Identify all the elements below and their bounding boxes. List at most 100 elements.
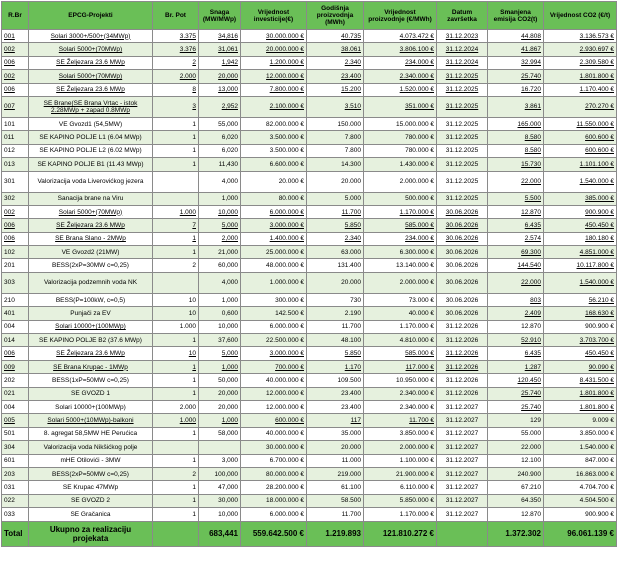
cell-br-pot [152,191,199,206]
cell-investment: 2.100.000 € [240,95,307,118]
cell-br-pot: 1 [152,493,199,509]
table-row: 002 Solari 5000+(70MWp) 2.000 20,000 12.000.… [1,69,617,84]
cell-co2-reduction: 5.500 [487,191,544,206]
cell-snaga: 34,816 [198,28,241,44]
cell-project: SE Brane(SE Brana Vrtac - istok 2.28MWp … [28,95,153,118]
total-project: Ukupno za realizaciju projekata [28,520,153,547]
cell-rbr: 007 [1,95,29,118]
cell-co2-reduction: 12.870 [487,319,544,335]
cell-co2-reduction: 12.870 [487,204,544,220]
table-row: 031 SE Krupac 47MWp 1 47,000 28.200.000 €61.… [1,480,617,495]
cell-completion-date: 31.12.2027 [436,440,488,455]
cell-completion-date: 31.12.2026 [436,333,488,348]
cell-snaga: 1,000 [198,292,241,308]
col-header-br-pot: Br. Pot [152,1,199,30]
cell-rbr: 210 [1,292,29,308]
cell-co2-reduction: 8.580 [487,143,544,159]
col-header-annual-production: Godišnja proizvodnja (MWh) [306,1,364,30]
cell-br-pot: 1 [152,453,199,468]
cell-rbr: 001 [1,28,29,44]
cell-rbr: 009 [1,359,29,375]
table-row: 501 8. agregat 58,5MW HE Perućica 1 58,000 4… [1,426,617,442]
cell-snaga: 31,061 [198,42,241,57]
cell-co2-value: 900.900 € [543,319,617,335]
cell-snaga: 100,000 [198,466,241,482]
cell-br-pot: 2.000 [152,69,199,84]
cell-project: Solari 10000+(100MWp) [28,319,153,335]
table-row: 006 SE Željezara 23.6 MWp 7 5,000 3.000.000 … [1,218,617,233]
cell-rbr: 011 [1,130,29,145]
table-row: 004 Solari 10000+(100MWp) 1.000 10,000 6.000… [1,319,617,335]
cell-co2-value: 11.550.000 € [543,116,617,132]
cell-investment: 20.000 € [240,170,307,193]
cell-co2-value: 8.431.500 € [543,373,617,388]
cell-annual-production: 15.200 [306,82,364,97]
cell-br-pot [152,170,199,193]
cell-snaga: 1,000 [198,191,241,206]
cell-co2-value: 1.540.000 € [543,271,617,294]
cell-snaga: 37,600 [198,333,241,348]
cell-br-pot: 1 [152,426,199,442]
cell-co2-value: 450.450 € [543,346,617,361]
cell-project: SE Željezara 23.6 MWp [28,82,153,97]
cell-br-pot [152,271,199,294]
cell-production-value: 1.170.000 € [363,507,437,522]
cell-snaga: 20,000 [198,399,241,415]
cell-rbr: 033 [1,507,29,522]
cell-completion-date: 31.12.2027 [436,453,488,468]
table-row: 013 SE KAPINO POLJE B1 (11.43 MWp) 1 11,430… [1,157,617,172]
cell-investment: 28.200.000 € [240,480,307,495]
cell-co2-value: 270.270 € [543,95,617,118]
cell-project: SE Željezara 23.6 MWp [28,346,153,361]
cell-rbr: 004 [1,399,29,415]
cell-completion-date: 30.06.2026 [436,258,488,273]
cell-snaga: 20,000 [198,386,241,401]
cell-project: Valorizacija voda Liverovićkog jezera [28,170,153,193]
cell-snaga: 20,000 [198,69,241,84]
cell-production-value: 585.000 € [363,218,437,233]
cell-rbr: 021 [1,386,29,401]
cell-annual-production: 63.000 [306,245,364,260]
cell-co2-reduction: 8.580 [487,130,544,145]
cell-rbr: 031 [1,480,29,495]
cell-br-pot: 1 [152,157,199,172]
cell-production-value: 117.000 € [363,359,437,375]
cell-annual-production: 3.510 [306,95,364,118]
cell-rbr: 012 [1,143,29,159]
col-header-rbr: R.Br [1,1,29,30]
col-header-project: EPCG-Projekti [28,1,153,30]
cell-co2-reduction: 1.287 [487,359,544,375]
cell-production-value: 21.900.000 € [363,466,437,482]
cell-co2-reduction: 25.740 [487,386,544,401]
cell-investment: 1.400.000 € [240,231,307,247]
cell-completion-date: 30.06.2026 [436,292,488,308]
cell-completion-date: 31.12.2024 [436,55,488,71]
cell-project: Solari 5000+(70MWp) [28,42,153,57]
cell-investment: 7.800.000 € [240,82,307,97]
cell-investment: 40.000.000 € [240,373,307,388]
cell-annual-production: 23.400 [306,399,364,415]
cell-co2-value: 3.850.000 € [543,426,617,442]
table-row: 203 BESS(2xP=50MW c=0,25) 2 100,000 80.000.0… [1,466,617,482]
cell-project: BESS(2xP=50MW c=0,25) [28,466,153,482]
cell-annual-production: 109.500 [306,373,364,388]
col-header-co2-value: Vrijednost CO2 (€/t) [543,1,617,30]
cell-project: Punjači za EV [28,306,153,321]
cell-snaga: 5,000 [198,346,241,361]
cell-co2-reduction: 64.350 [487,493,544,509]
cell-investment: 142.500 € [240,306,307,321]
cell-annual-production: 40.735 [306,28,364,44]
cell-production-value: 2.340.000 € [363,69,437,84]
cell-br-pot: 7 [152,218,199,233]
table-row: 004 Solari 10000+(100MWp) 2.000 20,000 12.00… [1,399,617,415]
cell-br-pot: 1 [152,245,199,260]
cell-project: SE Željezara 23.6 MWp [28,218,153,233]
cell-completion-date: 31.12.2025 [436,116,488,132]
cell-annual-production: 2.190 [306,306,364,321]
total-label: Total [1,520,29,547]
cell-br-pot: 3.376 [152,42,199,57]
cell-production-value: 351.000 € [363,95,437,118]
cell-annual-production: 11.000 [306,453,364,468]
total-investment: 559.642.500 € [240,520,307,547]
cell-project: SE KAPINO POLJE B2 (37.6 MWp) [28,333,153,348]
